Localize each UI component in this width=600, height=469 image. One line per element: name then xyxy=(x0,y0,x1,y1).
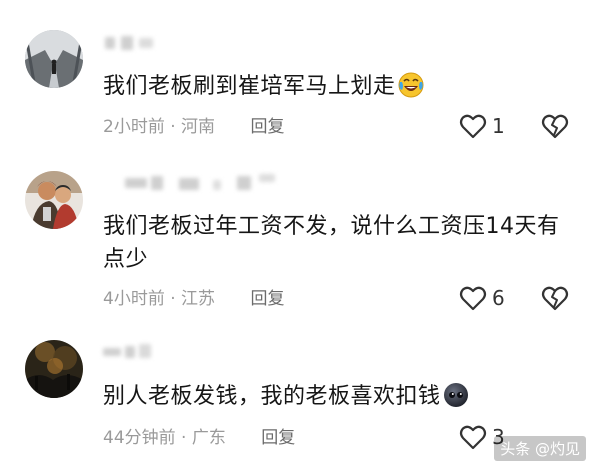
dislike-button[interactable] xyxy=(540,283,570,313)
username-blurred[interactable] xyxy=(103,34,303,54)
avatar-image xyxy=(25,171,83,229)
like-count: 6 xyxy=(492,286,505,310)
like-button[interactable]: 1 xyxy=(458,111,528,141)
comment-text: 我们老板刷到崔培军马上划走 xyxy=(103,70,573,103)
heart-icon xyxy=(459,114,487,139)
comment-text-content: 我们老板刷到崔培军马上划走 xyxy=(103,74,396,99)
crying-laughing-emoji-icon xyxy=(398,72,424,98)
heart-icon xyxy=(459,286,487,311)
dislike-button[interactable] xyxy=(540,111,570,141)
watermark: 头条 @灼见 xyxy=(494,436,586,461)
username-blurred[interactable] xyxy=(103,174,303,194)
dark-face-emoji-icon xyxy=(443,383,468,407)
like-count: 1 xyxy=(492,114,505,138)
avatar[interactable] xyxy=(25,30,83,88)
comment-actions: 6 xyxy=(0,283,600,313)
broken-heart-icon xyxy=(541,114,569,139)
avatar[interactable] xyxy=(25,340,83,398)
heart-icon xyxy=(459,425,487,450)
like-button[interactable]: 6 xyxy=(458,283,528,313)
comment-text: 我们老板过年工资不发，说什么工资压14天有点少 xyxy=(103,210,573,276)
comment-text-content: 我们老板过年工资不发，说什么工资压14天有点少 xyxy=(103,214,560,272)
avatar[interactable] xyxy=(25,171,83,229)
broken-heart-icon xyxy=(541,286,569,311)
comment-text: 别人老板发钱，我的老板喜欢扣钱 xyxy=(103,380,573,413)
avatar-image xyxy=(25,340,83,398)
avatar-image xyxy=(25,30,83,88)
username-blurred[interactable] xyxy=(103,342,303,362)
comment-actions: 1 xyxy=(0,111,600,141)
comment-text-content: 别人老板发钱，我的老板喜欢扣钱 xyxy=(103,384,441,409)
